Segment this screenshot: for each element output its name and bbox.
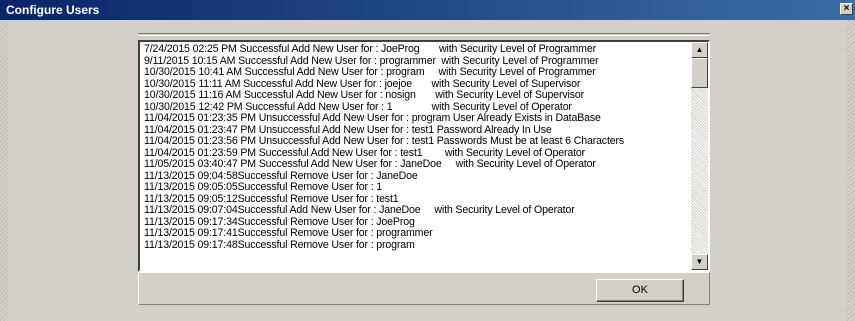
list-item[interactable]: 10/30/2015 11:16 AM Successful Add New U… [144,89,689,102]
top-divider [138,33,710,36]
list-item[interactable]: 7/24/2015 02:25 PM Successful Add New Us… [144,44,689,56]
close-button[interactable]: × [840,3,853,15]
arrow-up-icon: ▲ [695,45,704,54]
vertical-scrollbar[interactable]: ▲ ▼ [691,42,708,270]
ok-button[interactable]: OK [596,279,684,302]
button-bar: OK [138,272,710,305]
list-item[interactable]: 11/13/2015 09:07:04Successful Add New Us… [144,204,689,217]
list-item[interactable]: 11/04/2015 01:23:56 PM Unsuccessful Add … [144,135,689,148]
user-log-listbox[interactable]: 7/24/2015 02:25 PM Successful Add New Us… [138,40,710,272]
list-item[interactable]: 11/13/2015 09:17:41Successful Remove Use… [144,227,689,240]
window-title: Configure Users [6,3,100,17]
list-item[interactable]: 11/04/2015 01:23:35 PM Unsuccessful Add … [144,112,689,125]
list-item[interactable]: 11/05/2015 03:40:47 PM Successful Add Ne… [144,158,689,171]
list-item[interactable]: 11/13/2015 09:17:48Successful Remove Use… [144,239,689,252]
left-frame-hatch [0,20,8,321]
close-icon: × [843,3,850,14]
scroll-down-button[interactable]: ▼ [691,254,708,270]
right-frame-hatch [847,20,855,321]
log-lines: 7/24/2015 02:25 PM Successful Add New Us… [144,44,689,270]
arrow-down-icon: ▼ [695,257,704,266]
scroll-thumb[interactable] [691,58,708,88]
list-item[interactable]: 10/30/2015 10:41 AM Successful Add New U… [144,66,689,79]
title-bar: Configure Users × [0,0,855,20]
scroll-up-button[interactable]: ▲ [691,42,708,58]
list-item[interactable]: 11/13/2015 09:05:05Successful Remove Use… [144,181,689,194]
